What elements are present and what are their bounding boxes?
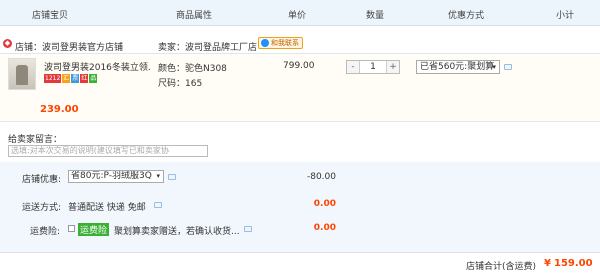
shop-discount-select[interactable]: 省80元:P-羽绒服3Q ▾	[68, 170, 164, 183]
insurance-checkbox[interactable]	[68, 224, 75, 234]
product-thumbnail[interactable]	[8, 58, 36, 90]
shipping-method: 普通配送 快递 免邮	[68, 203, 146, 213]
chat-seller-button[interactable]: 和我联系	[258, 37, 303, 49]
cart-header: 店铺宝贝 商品属性 单价 数量 优惠方式 小计	[0, 0, 600, 26]
shipping-amount: 0.00	[313, 199, 336, 209]
header-quantity: 数量	[366, 11, 385, 21]
message-icon[interactable]	[504, 64, 512, 70]
tag-1212: 1212	[44, 74, 62, 83]
product-tags: 1212 汇票红品	[44, 74, 98, 84]
quantity-stepper: - 1 +	[346, 60, 400, 74]
shop-row: ◆ 店铺：波司登男装官方店铺 卖家：波司登品牌工厂店 和我联系	[0, 34, 600, 54]
tag-hong: 红	[80, 74, 89, 83]
insurance-text: 聚划算卖家赠送，若确认收货...	[114, 227, 240, 237]
shop-discount-amount: -80.00	[306, 172, 336, 182]
header-promo: 优惠方式	[448, 11, 485, 21]
shop-total-currency: ¥	[544, 258, 551, 269]
checkbox-icon	[68, 225, 75, 232]
cart-item: 波司登男装2016冬装立领... 1212 汇票红品 颜色：驼色N308 尺码：1…	[0, 54, 600, 122]
unit-price: 799.00	[283, 61, 315, 71]
insurance-amount: 0.00	[313, 223, 336, 233]
header-unit-price: 单价	[288, 11, 307, 21]
message-icon[interactable]	[168, 174, 176, 180]
tag-hui: 汇	[62, 74, 71, 83]
shop-discount-label: 店铺优惠:	[22, 175, 62, 185]
shop-icon: ◆	[3, 39, 12, 48]
qty-input[interactable]: 1	[359, 61, 387, 73]
shop-total-row: 店铺合计(含运费) ¥ 159.00	[0, 252, 600, 274]
message-icon[interactable]	[154, 202, 162, 208]
header-subtotal: 小计	[556, 11, 575, 21]
chevron-down-icon: ▾	[156, 172, 160, 180]
product-title-link[interactable]: 波司登男装2016冬装立领...	[44, 60, 150, 73]
shop-discount-value: 省80元:P-羽绒服3Q	[71, 171, 152, 181]
shop-name-link[interactable]: 店铺：波司登男装官方店铺	[15, 40, 123, 53]
promo-select[interactable]: 已省560元:聚划算 ▾	[416, 60, 500, 74]
qty-decrease-button[interactable]: -	[347, 61, 359, 73]
insurance-label: 运费险:	[30, 227, 61, 237]
header-attributes: 商品属性	[176, 11, 213, 21]
shop-total-value: 159.00	[554, 258, 593, 269]
remark-input[interactable]: 选填:对本次交易的说明(建议填写已和卖家协	[8, 145, 208, 157]
seller-name-link[interactable]: 卖家：波司登品牌工厂店	[158, 40, 257, 53]
shipping-label: 运送方式:	[22, 203, 62, 213]
size-attribute: 尺码：165	[158, 79, 203, 89]
tag-pin: 品	[89, 74, 98, 83]
shop-total-label: 店铺合计(含运费)	[466, 262, 537, 272]
message-icon[interactable]	[244, 226, 252, 232]
item-subtotal: 239.00	[40, 104, 79, 115]
promo-select-value: 已省560元:聚划算	[420, 62, 495, 72]
order-options-panel: 店铺优惠: 省80元:P-羽绒服3Q ▾ -80.00 运送方式: 普通配送 快…	[0, 162, 600, 274]
insurance-tag: 运费险	[78, 223, 110, 236]
chevron-down-icon: ▾	[492, 63, 496, 71]
qty-increase-button[interactable]: +	[387, 61, 399, 73]
remark-label: 给卖家留言：	[8, 135, 63, 145]
color-attribute: 颜色：驼色N308	[158, 64, 227, 74]
header-shop-item: 店铺宝贝	[32, 11, 69, 21]
tag-piao: 票	[71, 74, 80, 83]
